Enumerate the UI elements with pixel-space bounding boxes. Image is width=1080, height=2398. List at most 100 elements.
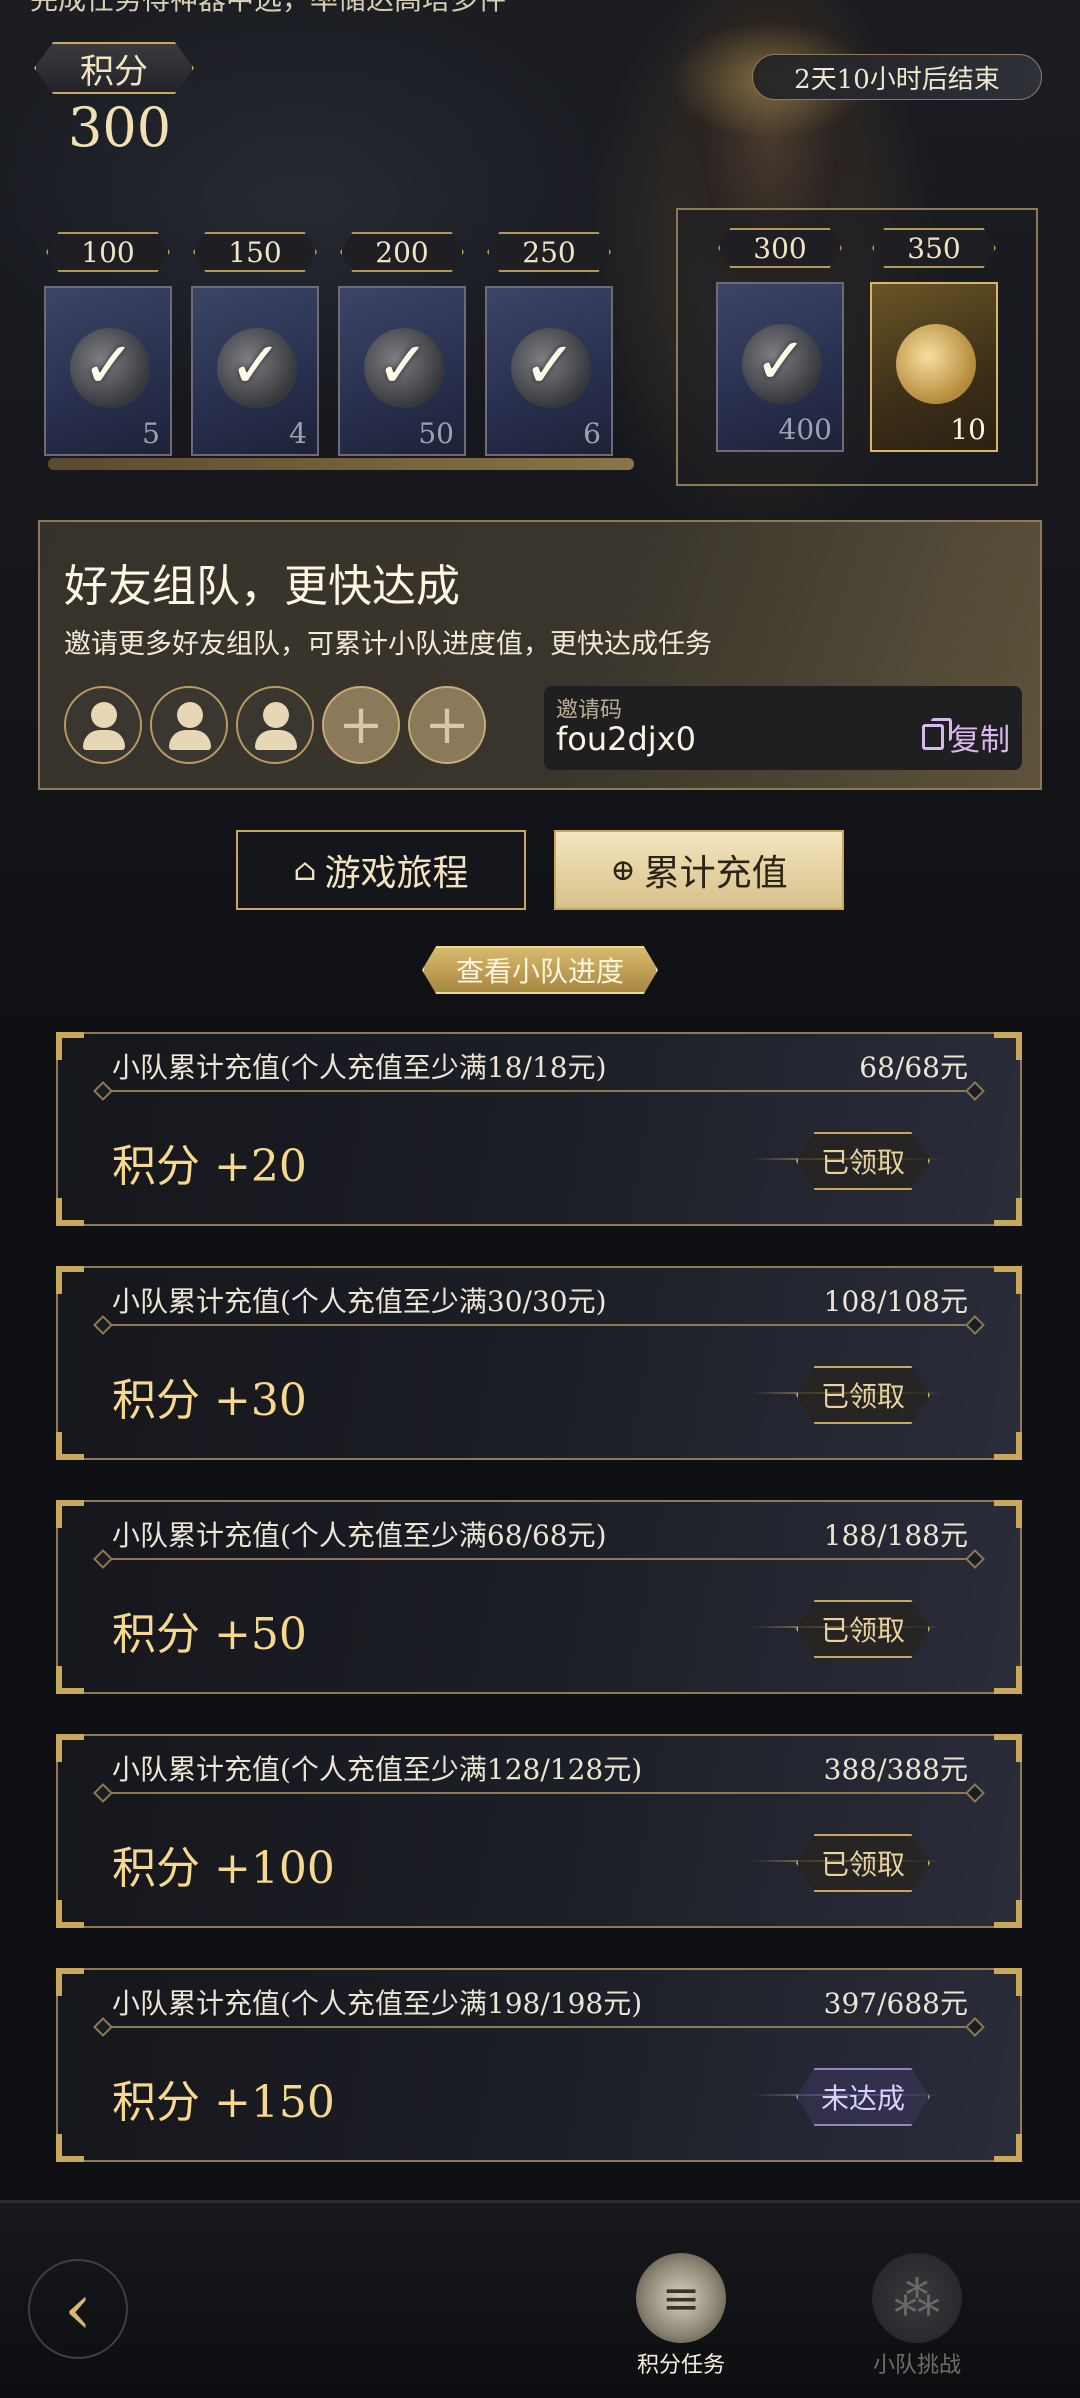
- points-label-badge: 积分: [34, 42, 194, 94]
- reward-card[interactable]: 10: [870, 282, 998, 452]
- task-card: 小队累计充值(个人充值至少满30/30元) 108/108元 积分 +30 已领…: [56, 1266, 1022, 1460]
- avatar-slot[interactable]: [150, 686, 228, 764]
- recharge-icon: ⊕: [610, 852, 636, 888]
- reward-qty: 4: [289, 417, 307, 450]
- map-icon: ⌂: [293, 852, 317, 888]
- task-amount: 108/108元: [823, 1285, 968, 1318]
- copy-icon: [922, 718, 952, 750]
- task-description: 小队累计充值(个人充值至少满68/68元): [112, 1519, 607, 1552]
- team-card-subtitle: 邀请更多好友组队，可累计小队进度值，更快达成任务: [64, 629, 712, 660]
- task-amount: 188/188元: [823, 1519, 968, 1552]
- plus-icon: +: [338, 693, 384, 756]
- task-state-button[interactable]: 已领取: [796, 1600, 930, 1658]
- bottom-nav: ‹ ≡ 积分任务 ⁂ 小队挑战: [0, 2200, 1080, 2398]
- reward-cost: 150: [193, 232, 317, 272]
- corner-ornament: [994, 2134, 1022, 2162]
- tab-label: 累计充值: [643, 853, 788, 894]
- task-reward: 积分 +50: [112, 1609, 307, 1660]
- corner-ornament: [56, 1734, 84, 1762]
- corner-ornament: [994, 1734, 1022, 1762]
- team-card-title: 好友组队，更快达成: [64, 561, 460, 612]
- corner-ornament: [56, 1432, 84, 1460]
- task-amount: 68/68元: [859, 1051, 968, 1084]
- check-icon: ✓: [229, 329, 283, 403]
- view-team-progress-button[interactable]: 查看小队进度: [422, 946, 658, 994]
- check-icon: ✓: [523, 329, 577, 403]
- reward-qty: 6: [583, 417, 601, 450]
- task-reward: 积分 +100: [112, 1843, 335, 1894]
- divider: [102, 1558, 976, 1560]
- reward-progress-fill: [48, 458, 634, 470]
- task-card: 小队累计充值(个人充值至少满18/18元) 68/68元 积分 +20 已领取: [56, 1032, 1022, 1226]
- task-amount: 388/388元: [823, 1753, 968, 1786]
- reward-card[interactable]: ✓ 4: [191, 286, 319, 456]
- task-card: 小队累计充值(个人充值至少满68/68元) 188/188元 积分 +50 已领…: [56, 1500, 1022, 1694]
- nav-label: 小队挑战: [872, 2353, 961, 2378]
- points-value: 300: [68, 96, 172, 159]
- add-member-button[interactable]: +: [408, 686, 486, 764]
- avatar-slot[interactable]: [64, 686, 142, 764]
- back-button[interactable]: ‹: [28, 2259, 128, 2359]
- task-description: 小队累计充值(个人充值至少满198/198元): [112, 1987, 643, 2020]
- divider: [102, 1324, 976, 1326]
- reward-cost: 350: [872, 228, 996, 268]
- back-arrow-icon: ‹: [64, 2268, 92, 2350]
- corner-ornament: [994, 1500, 1022, 1528]
- avatar-head: [263, 702, 289, 728]
- divider: [102, 2026, 976, 2028]
- corner-ornament: [994, 1666, 1022, 1694]
- coin-stack-icon: ≡: [636, 2253, 726, 2343]
- reward-cost: 250: [487, 232, 611, 272]
- nav-team-challenge[interactable]: ⁂ 小队挑战: [862, 2253, 972, 2379]
- reward-qty: 10: [950, 413, 986, 446]
- tab-cumulative-recharge[interactable]: ⊕ 累计充值: [554, 830, 844, 910]
- task-amount: 397/688元: [823, 1987, 968, 2020]
- top-banner-text: 完成任务得神器中选，率储达高塔多件: [30, 0, 506, 18]
- reward-track: 100 ✓ 5 150 ✓ 4 200 ✓ 50 250 ✓ 6: [44, 232, 614, 462]
- reward-card[interactable]: ✓ 50: [338, 286, 466, 456]
- corner-ornament: [56, 1500, 84, 1528]
- golden-feather-icon: [896, 324, 976, 404]
- reward-progress-track: [48, 458, 634, 470]
- corner-ornament: [56, 1900, 84, 1928]
- reward-qty: 5: [142, 417, 160, 450]
- tab-game-journey[interactable]: ⌂ 游戏旅程: [236, 830, 526, 910]
- task-description: 小队累计充值(个人充值至少满128/128元): [112, 1753, 643, 1786]
- tab-label: 游戏旅程: [324, 853, 469, 894]
- corner-ornament: [56, 1198, 84, 1226]
- task-card: 小队累计充值(个人充值至少满198/198元) 397/688元 积分 +150…: [56, 1968, 1022, 2162]
- event-timer: 2天10小时后结束: [752, 54, 1042, 100]
- copy-button[interactable]: 复制: [922, 716, 1010, 758]
- task-reward: 积分 +20: [112, 1141, 307, 1192]
- invite-code-value: fou2djx0: [556, 720, 696, 758]
- task-description: 小队累计充值(个人充值至少满30/30元): [112, 1285, 607, 1318]
- corner-ornament: [994, 1032, 1022, 1060]
- nav-points-tasks[interactable]: ≡ 积分任务: [626, 2253, 736, 2379]
- add-member-button[interactable]: +: [322, 686, 400, 764]
- task-reward: 积分 +30: [112, 1375, 307, 1426]
- avatar-slot[interactable]: [236, 686, 314, 764]
- avatar-body: [169, 730, 211, 750]
- team-invite-card: 好友组队，更快达成 邀请更多好友组队，可累计小队进度值，更快达成任务 + + 邀…: [38, 520, 1042, 790]
- check-icon: ✓: [754, 325, 808, 399]
- reward-card[interactable]: ✓ 5: [44, 286, 172, 456]
- task-state-button[interactable]: 未达成: [796, 2068, 930, 2126]
- reward-cost: 200: [340, 232, 464, 272]
- corner-ornament: [994, 1266, 1022, 1294]
- grand-reward-box: 300 ✓ 400 350 10: [676, 208, 1038, 486]
- divider: [102, 1090, 976, 1092]
- invite-code-box: 邀请码 fou2djx0 复制: [544, 686, 1022, 770]
- task-state-button[interactable]: 已领取: [796, 1834, 930, 1892]
- copy-label: 复制: [950, 723, 1010, 758]
- task-state-button[interactable]: 已领取: [796, 1132, 930, 1190]
- avatar-head: [91, 702, 117, 728]
- reward-card[interactable]: ✓ 6: [485, 286, 613, 456]
- plus-icon: +: [424, 693, 470, 756]
- task-state-button[interactable]: 已领取: [796, 1366, 930, 1424]
- corner-ornament: [994, 1198, 1022, 1226]
- task-reward: 积分 +150: [112, 2077, 335, 2128]
- task-card: 小队累计充值(个人充值至少满128/128元) 388/388元 积分 +100…: [56, 1734, 1022, 1928]
- reward-card[interactable]: ✓ 400: [716, 282, 844, 452]
- corner-ornament: [56, 1266, 84, 1294]
- team-icon: ⁂: [872, 2253, 962, 2343]
